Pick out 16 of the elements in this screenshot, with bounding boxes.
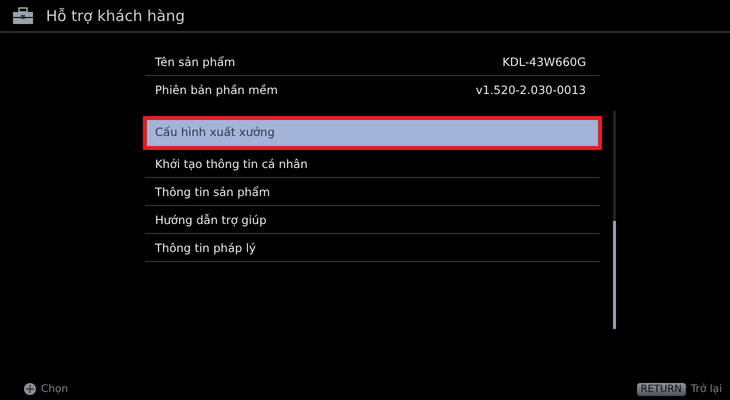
info-value: v1.520-2.030-0013 xyxy=(476,82,586,96)
menu-item[interactable]: Hướng dẫn trợ giúp xyxy=(145,206,600,234)
scrollbar[interactable] xyxy=(613,111,616,329)
menu-item[interactable]: Thông tin sản phẩm xyxy=(145,178,600,206)
menu-item[interactable]: Khởi tạo thông tin cá nhân xyxy=(145,150,600,178)
info-label: Phiên bản phần mềm xyxy=(155,82,278,96)
dpad-icon xyxy=(24,383,36,395)
info-label: Tên sản phẩm xyxy=(155,54,236,68)
back-hint: Trở lại xyxy=(690,383,722,395)
return-key[interactable]: RETURN xyxy=(636,382,686,396)
screen-title: Hỗ trợ khách hàng xyxy=(46,6,185,24)
menu-item[interactable]: Cấu hình xuất xưởng xyxy=(143,116,602,150)
select-hint: Chọn xyxy=(41,383,68,395)
toolbox-icon xyxy=(12,6,34,24)
info-value: KDL-43W660G xyxy=(502,54,586,68)
menu-item[interactable]: Thông tin pháp lý xyxy=(145,234,600,262)
